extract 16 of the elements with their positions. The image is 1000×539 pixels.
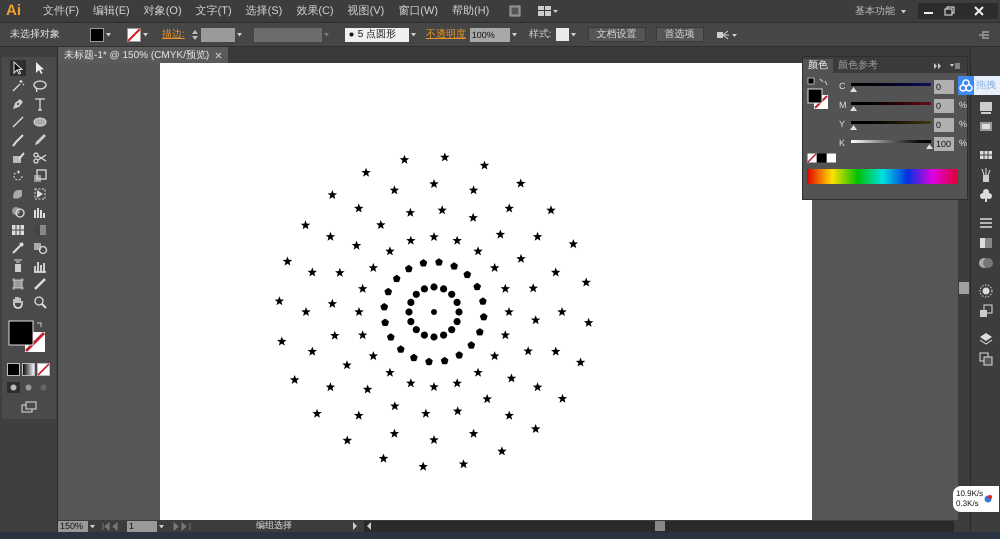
unit-label: % (959, 98, 968, 112)
download-speed: 10.9K/s (956, 489, 984, 499)
upload-speed: 0.3K/s (956, 499, 980, 509)
widget-label: 拖拽 (976, 78, 996, 93)
channel-label: M (839, 98, 848, 112)
current-tool-status: 编组选择 (256, 519, 293, 532)
channel-label: Y (839, 118, 846, 131)
unit-label: % (959, 136, 968, 150)
unit-label: % (959, 118, 968, 131)
brush-name: 5 点圆形 (358, 28, 396, 42)
style-label: 样式: (528, 28, 552, 42)
selection-status: 未选择对象 (10, 28, 61, 42)
channel-label: C (839, 80, 846, 93)
document-title: 未标题-1* @ 150% (CMYK/预览) (64, 48, 210, 62)
app-logo: Ai (6, 0, 21, 21)
channel-label: K (839, 136, 846, 150)
